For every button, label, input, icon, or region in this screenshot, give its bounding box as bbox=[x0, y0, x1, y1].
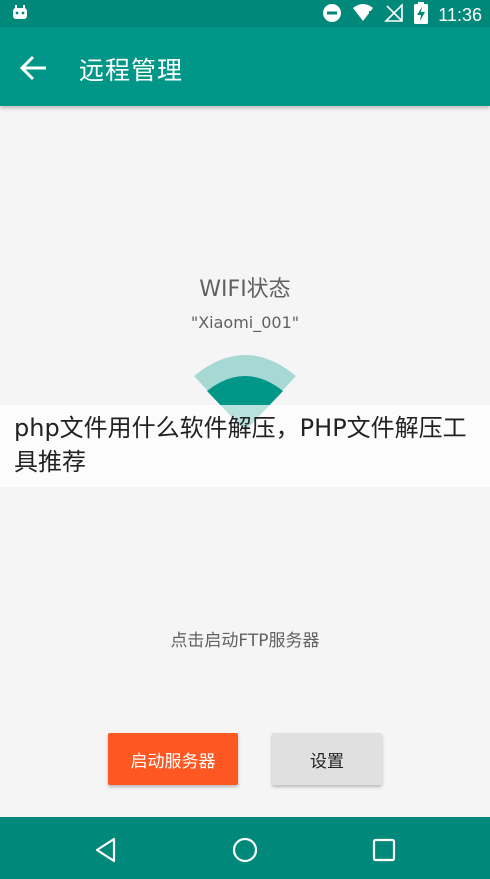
start-server-button[interactable]: 启动服务器 bbox=[108, 733, 238, 785]
signal-off-icon bbox=[384, 3, 404, 27]
battery-charging-icon bbox=[414, 2, 429, 28]
navigation-bar bbox=[0, 817, 490, 879]
wifi-status-title: WIFI状态 bbox=[199, 277, 291, 302]
back-triangle-icon[interactable] bbox=[92, 835, 122, 865]
home-circle-icon[interactable] bbox=[230, 835, 260, 865]
overlay-text: php文件用什么软件解压，PHP文件解压工具推荐 bbox=[14, 414, 467, 476]
do-not-disturb-icon bbox=[322, 3, 342, 27]
page-title: 远程管理 bbox=[79, 56, 184, 85]
overlay-banner: php文件用什么软件解压，PHP文件解压工具推荐 bbox=[0, 405, 490, 487]
recents-square-icon[interactable] bbox=[369, 835, 399, 865]
status-bar: 11:36 bbox=[0, 0, 490, 27]
arrow-left-icon[interactable] bbox=[16, 50, 52, 86]
start-ftp-hint: 点击启动FTP服务器 bbox=[170, 631, 320, 651]
android-icon bbox=[10, 3, 30, 27]
app-bar: 远程管理 bbox=[0, 27, 490, 106]
wifi-ssid: "Xiaomi_001" bbox=[190, 313, 300, 332]
wifi-icon bbox=[352, 3, 374, 27]
settings-button[interactable]: 设置 bbox=[272, 733, 382, 785]
status-time: 11:36 bbox=[438, 4, 482, 25]
